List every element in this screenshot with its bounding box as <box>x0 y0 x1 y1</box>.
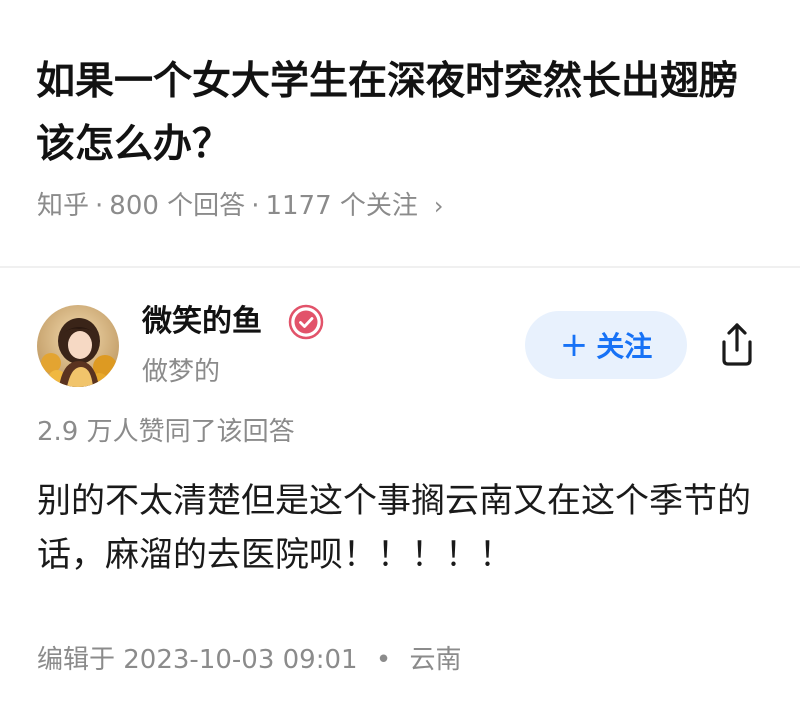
share-icon[interactable] <box>715 320 759 368</box>
question-title[interactable]: 如果一个女大学生在深夜时突然长出翅膀该怎么办？ <box>36 50 776 176</box>
meta-separator: · <box>251 191 260 221</box>
answer-count: 800 个回答 <box>109 191 246 221</box>
avatar[interactable] <box>37 305 119 387</box>
answer-page: 如果一个女大学生在深夜时突然长出翅膀该怎么办？ 知乎 · 800 个回答 · 1… <box>0 0 800 706</box>
author-bio: 做梦的 <box>142 357 221 387</box>
follower-count: 1177 个关注 <box>265 191 418 221</box>
follow-button[interactable]: + 关注 <box>525 311 687 379</box>
answer-content[interactable]: 别的不太清楚但是这个事搁云南又在这个季节的话，麻溜的去医院呗！！！！！ <box>37 474 777 582</box>
edit-timestamp: 编辑于 2023-10-03 09:01 <box>37 645 358 675</box>
source-label: 知乎 <box>37 191 90 221</box>
upvote-count: 2.9 万人赞同了该回答 <box>37 417 295 447</box>
follow-label: 关注 <box>596 330 653 363</box>
question-meta[interactable]: 知乎 · 800 个回答 · 1177 个关注 › <box>37 188 444 224</box>
chevron-right-icon: › <box>433 192 444 220</box>
meta-separator: · <box>95 191 104 221</box>
verified-badge-icon <box>288 304 324 340</box>
plus-icon: + <box>559 325 589 365</box>
meta-separator: • <box>375 645 392 675</box>
edit-info: 编辑于 2023-10-03 09:01 • 云南 <box>37 642 461 678</box>
ip-location: 云南 <box>409 645 462 675</box>
divider <box>0 266 800 268</box>
author-name[interactable]: 微笑的鱼 <box>142 301 262 343</box>
